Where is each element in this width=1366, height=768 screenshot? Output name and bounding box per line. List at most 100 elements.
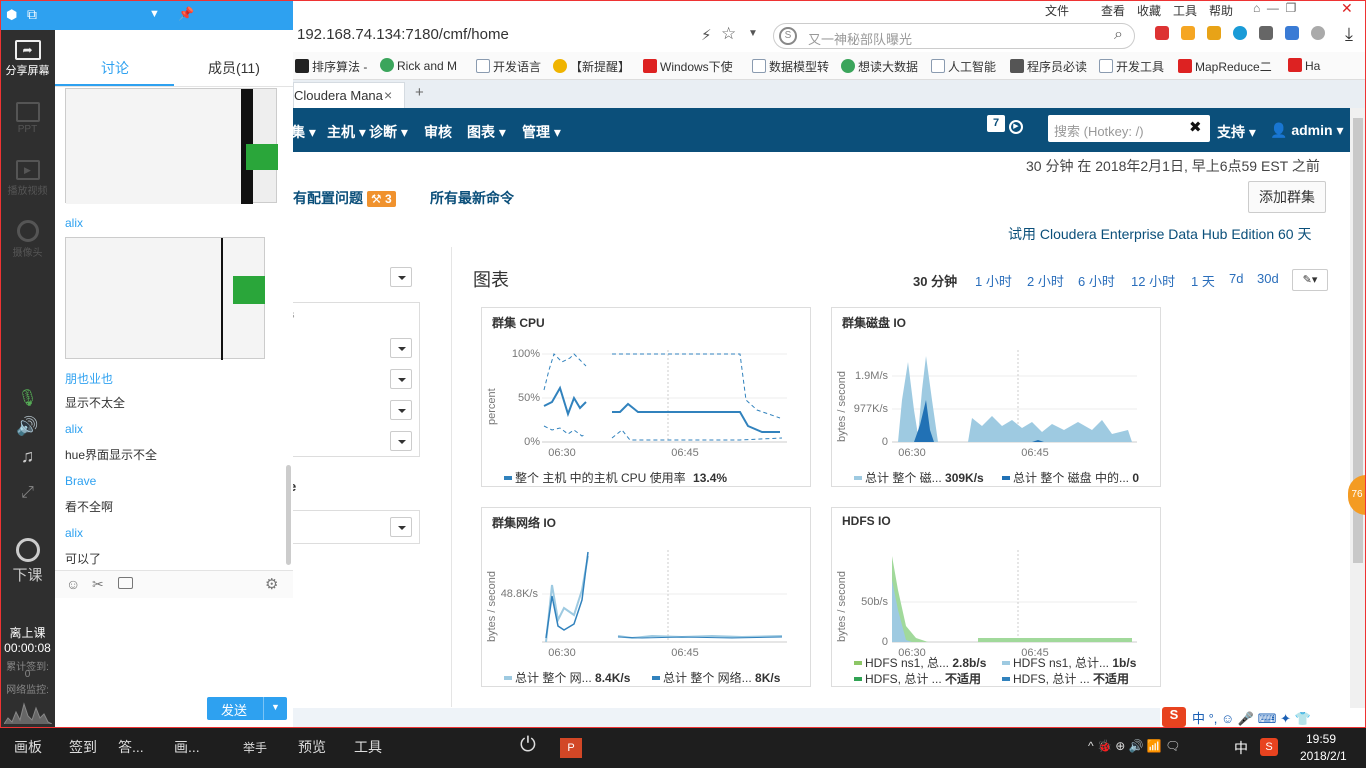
nav-audits[interactable]: 审核: [424, 122, 452, 142]
play-icon[interactable]: ▶: [1009, 120, 1023, 134]
bookmark-item[interactable]: Rick and M: [380, 58, 457, 73]
range-2h[interactable]: 2 小时: [1027, 271, 1064, 290]
service-dropdown[interactable]: [390, 400, 412, 420]
ime-indicator[interactable]: 中: [1234, 738, 1248, 758]
bookmark-folder[interactable]: 开发工具: [1099, 58, 1164, 75]
nav-user[interactable]: 👤 admin ▾: [1270, 122, 1343, 139]
clear-search-icon[interactable]: ✖: [1189, 118, 1202, 136]
url-field[interactable]: 192.168.74.134:7180/cmf/home: [297, 26, 509, 43]
sogou-tray-icon[interactable]: S: [1260, 738, 1278, 756]
emoji-icon[interactable]: ☺: [66, 576, 80, 592]
chart-legend-item[interactable]: HDFS ns1, 总计... 1b/s: [1002, 654, 1136, 671]
range-7d[interactable]: 7d: [1229, 271, 1243, 286]
speaker-icon[interactable]: 🔊: [0, 416, 55, 437]
ppt-button[interactable]: PPT: [0, 102, 55, 135]
download-icon[interactable]: ⤓: [1345, 24, 1353, 45]
bookmark-item[interactable]: 【新提醒】: [553, 58, 630, 75]
nav-charts[interactable]: 图表 ▾: [467, 122, 506, 142]
tab-members[interactable]: 成员(11): [208, 58, 260, 78]
chart-cluster-cpu[interactable]: 群集 CPU 100% 50% 0% percent 06:30 06:45 整…: [481, 307, 811, 487]
share-screen-button[interactable]: ➦ 分享屏幕: [0, 40, 55, 78]
chart-cluster-network-io[interactable]: 群集网络 IO 48.8K/s bytes / second 06:30 06:…: [481, 507, 811, 687]
config-issues-link[interactable]: 有配置问题 ⚒ 3: [293, 188, 396, 208]
close-window-icon[interactable]: ✕: [1341, 0, 1353, 17]
chart-legend-item[interactable]: 总计 整个 磁... 309K/s: [854, 469, 984, 486]
music-icon[interactable]: ♫: [0, 446, 55, 467]
nav-hosts[interactable]: 主机 ▾: [327, 122, 366, 142]
browser-search-box[interactable]: S 又一神秘部队曝光 ⌕: [773, 23, 1135, 49]
range-30min[interactable]: 30 分钟: [913, 271, 957, 290]
menu-item-file[interactable]: 文件: [1045, 2, 1069, 19]
sogou-icon[interactable]: S: [1162, 707, 1186, 727]
search-engine-icon[interactable]: S: [779, 27, 797, 45]
microphone-icon[interactable]: 🎙: [0, 388, 55, 408]
range-1h[interactable]: 1 小时: [975, 271, 1012, 290]
menu-item-favorites[interactable]: 收藏: [1137, 2, 1161, 19]
range-30d[interactable]: 30d: [1257, 271, 1279, 286]
trial-link[interactable]: 试用 Cloudera Enterprise Data Hub Edition …: [1008, 224, 1311, 244]
lightning-icon[interactable]: ⚡: [701, 26, 712, 44]
nav-clusters[interactable]: 集 ▾: [291, 122, 316, 142]
chart-legend-item[interactable]: 整个 主机 中的主机 CPU 使用率 13.4%: [504, 469, 727, 486]
chart-legend-item[interactable]: 总计 整个 磁盘 中的... 0: [1002, 469, 1139, 486]
send-options-icon[interactable]: ▼: [271, 702, 280, 712]
taskbar-preview[interactable]: 预览: [298, 737, 326, 757]
bookmark-folder[interactable]: 人工智能: [931, 58, 996, 75]
ime-lang-icon[interactable]: 中 °, ☺ 🎤 ⌨ ✦ 👕: [1192, 708, 1311, 727]
nav-diagnostics[interactable]: 诊断 ▾: [369, 122, 408, 142]
taskbar-draw[interactable]: 画...: [174, 737, 200, 757]
send-button[interactable]: 发送 ▼: [207, 697, 287, 720]
page-scrollbar[interactable]: [1350, 108, 1366, 708]
service-dropdown[interactable]: [390, 431, 412, 451]
notification-badge[interactable]: 7: [987, 115, 1005, 132]
extension-icons[interactable]: [1155, 26, 1335, 46]
taskbar-tools[interactable]: 工具: [354, 737, 382, 757]
camera-button[interactable]: 摄像头: [0, 220, 55, 259]
tab-discussion[interactable]: 讨论: [101, 58, 129, 78]
taskbar-raise-hand[interactable]: 举手: [243, 739, 267, 756]
service-dropdown[interactable]: [390, 369, 412, 389]
taskbar-whiteboard[interactable]: 画板: [14, 737, 42, 757]
bookmark-item[interactable]: 程序员必读: [1010, 58, 1087, 75]
fullscreen-icon[interactable]: ⤢: [0, 484, 55, 502]
scissors-icon[interactable]: ✂: [92, 576, 104, 593]
range-12h[interactable]: 12 小时: [1131, 271, 1175, 290]
taskbar-checkin[interactable]: 签到: [69, 737, 97, 757]
chart-legend-item[interactable]: HDFS ns1, 总... 2.8b/s: [854, 654, 986, 671]
chart-hdfs-io[interactable]: HDFS IO 50b/s 0 bytes / second 06:30 06:…: [831, 507, 1161, 687]
chart-cluster-disk-io[interactable]: 群集磁盘 IO 1.9M/s 977K/s 0 bytes / second 0…: [831, 307, 1161, 487]
bookmark-folder[interactable]: 开发语言: [476, 58, 541, 75]
tab-cloudera[interactable]: Cloudera Mana ×: [293, 82, 405, 108]
bookmark-item[interactable]: MapReduce二: [1178, 58, 1272, 75]
new-tab-icon[interactable]: +: [415, 84, 424, 101]
star-icon[interactable]: ☆: [721, 24, 736, 44]
chart-legend-item[interactable]: 总计 整个 网... 8.4K/s: [504, 669, 630, 686]
panel-dropdown[interactable]: [390, 517, 412, 537]
dropdown-icon[interactable]: ▼: [748, 28, 758, 39]
search-icon[interactable]: ⌕: [1114, 26, 1123, 44]
tab-close-icon[interactable]: ×: [384, 87, 392, 103]
chat-scrollbar[interactable]: [286, 465, 291, 565]
bookmark-item[interactable]: Ha: [1288, 58, 1320, 73]
shared-image-thumbnail[interactable]: [65, 88, 278, 204]
chart-legend-item[interactable]: 总计 整个 网络... 8K/s: [652, 669, 780, 686]
end-class-button[interactable]: 下课: [0, 538, 55, 585]
range-1d[interactable]: 1 天: [1191, 271, 1215, 290]
pin-icon[interactable]: 📌: [178, 6, 194, 22]
add-cluster-button[interactable]: 添加群集: [1248, 181, 1326, 213]
menu-item-view[interactable]: 查看: [1101, 2, 1125, 19]
nav-support[interactable]: 支持 ▾: [1217, 122, 1256, 142]
settings-gear-icon[interactable]: ⚙: [265, 575, 278, 593]
bookmark-item[interactable]: Windows下使: [643, 58, 733, 75]
popout-icon[interactable]: ⧉: [27, 6, 37, 23]
edit-charts-icon[interactable]: ✎▾: [1292, 269, 1328, 291]
nav-admin[interactable]: 管理 ▾: [522, 122, 561, 142]
cluster-action-dropdown[interactable]: [390, 267, 412, 287]
powerpoint-icon[interactable]: P: [560, 738, 582, 758]
collapse-icon[interactable]: ▼: [149, 8, 160, 20]
bookmark-item[interactable]: 数据模型转: [752, 58, 829, 75]
power-button-icon[interactable]: ⏻: [520, 734, 536, 757]
bookmark-item[interactable]: 排序算法 -: [295, 58, 367, 75]
menu-item-help[interactable]: 帮助: [1209, 2, 1233, 19]
play-video-button[interactable]: ▶ 播放视频: [0, 160, 55, 197]
